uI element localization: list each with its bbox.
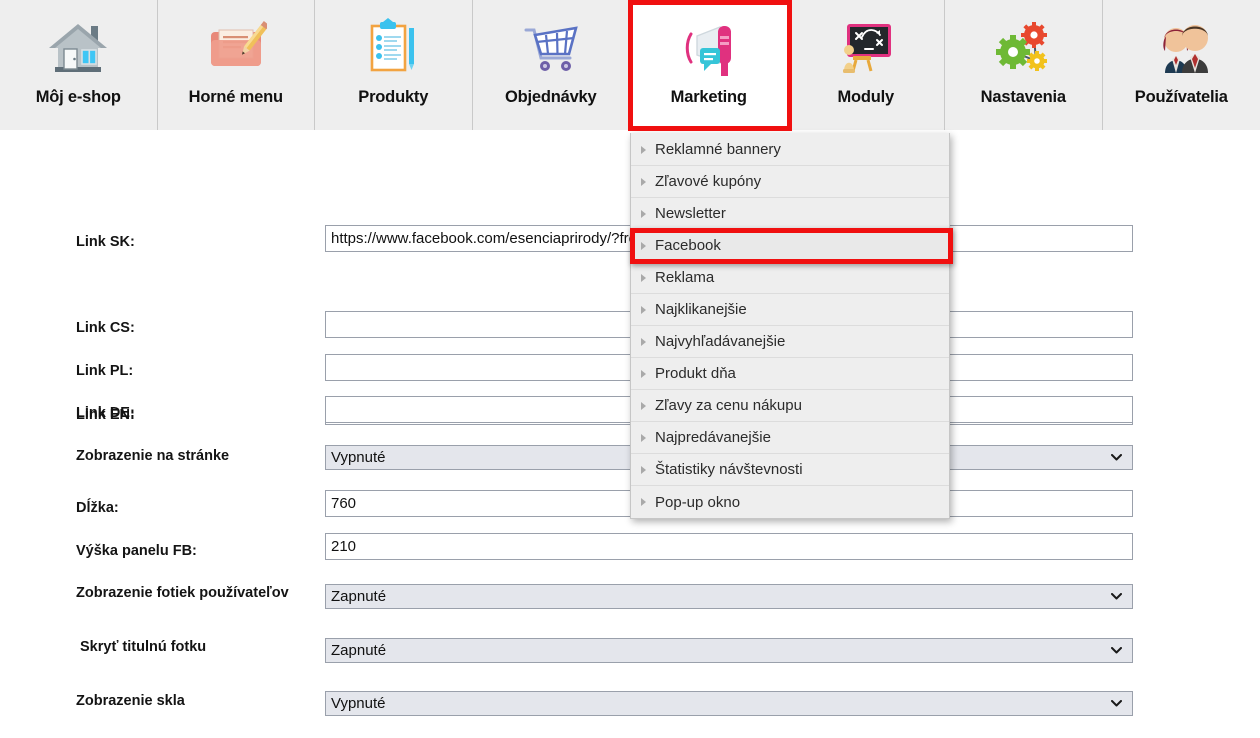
field-label-zobrazenie-na-stranke: Zobrazenie na stránke — [76, 448, 230, 464]
caret-right-icon — [641, 305, 646, 314]
field-label-skryt-titulnu-fotku: Skryť titulnú fotku — [80, 639, 207, 655]
select-skryt-titulnu-fotku[interactable]: Zapnuté — [325, 638, 1133, 663]
megaphone-icon — [673, 14, 745, 82]
users-icon — [1145, 14, 1217, 82]
nav-label: Môj e-shop — [35, 88, 121, 106]
nav-item-nastavenia[interactable]: Nastavenia — [945, 0, 1103, 130]
select-value: Vypnuté — [331, 695, 386, 712]
top-navigation-bar: Môj e-shop Horné menu Produkty Objednávk… — [0, 0, 1260, 130]
folder-pencil-icon — [200, 14, 272, 82]
select-zobrazenie-skla[interactable]: Vypnuté — [325, 691, 1133, 716]
menu-item-label: Najvyhľadávanejšie — [655, 333, 786, 350]
chevron-down-icon — [1111, 647, 1122, 654]
nav-item-produkty[interactable]: Produkty — [315, 0, 473, 130]
menu-item-label: Reklama — [655, 269, 715, 286]
select-zobrazenie-fotiek[interactable]: Zapnuté — [325, 584, 1133, 609]
menu-item-label: Najpredávanejšie — [655, 429, 771, 446]
nav-item-moj-eshop[interactable]: Môj e-shop — [0, 0, 158, 130]
field-label-dlzka: Dĺžka: — [76, 500, 119, 516]
menu-item-najvyh-ad-vanej-ie[interactable]: Najvyhľadávanejšie — [631, 326, 949, 358]
nav-label: Horné menu — [188, 88, 283, 106]
nav-item-marketing[interactable]: Marketing — [630, 0, 788, 130]
field-label-link-pl: Link PL: — [76, 363, 134, 379]
caret-right-icon — [641, 145, 646, 154]
nav-label: Marketing — [670, 88, 747, 106]
field-label-link-cs: Link CS: — [76, 320, 135, 336]
caret-right-icon — [641, 209, 646, 218]
caret-right-icon — [641, 177, 646, 186]
nav-item-horne-menu[interactable]: Horné menu — [157, 0, 315, 130]
select-value: Vypnuté — [331, 449, 386, 466]
chevron-down-icon — [1111, 700, 1122, 707]
select-value: Zapnuté — [331, 588, 387, 605]
shopping-cart-icon — [515, 14, 587, 82]
chevron-down-icon — [1111, 593, 1122, 600]
menu-item-tatistiky-n-v-tevnosti[interactable]: Štatistiky návštevnosti — [631, 454, 949, 486]
caret-right-icon — [641, 465, 646, 474]
menu-item-label: Štatistiky návštevnosti — [655, 461, 803, 478]
select-value: Zapnuté — [331, 642, 387, 659]
menu-item-z-avy-za-cenu-n-kupu[interactable]: Zľavy za cenu nákupu — [631, 390, 949, 422]
caret-right-icon — [641, 337, 646, 346]
field-label-zobrazenie-skla: Zobrazenie skla — [76, 693, 185, 709]
nav-item-moduly[interactable]: Moduly — [787, 0, 945, 130]
caret-right-icon — [641, 369, 646, 378]
caret-right-icon — [641, 401, 646, 410]
menu-item-pop-up-okno[interactable]: Pop-up okno — [631, 486, 949, 518]
caret-right-icon — [641, 273, 646, 282]
marketing-dropdown-menu: Reklamné bannery Zľavové kupóny Newsletter… — [630, 133, 950, 519]
nav-label: Objednávky — [504, 88, 597, 106]
menu-item-label: Zľavy za cenu nákupu — [655, 397, 802, 414]
menu-item-reklama[interactable]: Reklama — [631, 262, 949, 294]
nav-label: Produkty — [358, 88, 429, 106]
menu-item-facebook[interactable]: Facebook — [631, 230, 949, 262]
clipboard-icon — [357, 14, 429, 82]
menu-item-najklikanej-ie[interactable]: Najklikanejšie — [631, 294, 949, 326]
menu-item-z-avov-kup-ny[interactable]: Zľavové kupóny — [631, 166, 949, 198]
gears-icon — [987, 14, 1059, 82]
input-vyska-panelu-fb[interactable] — [325, 533, 1133, 560]
menu-item-newsletter[interactable]: Newsletter — [631, 198, 949, 230]
field-label-zobrazenie-fotiek: Zobrazenie fotiek používateľov — [76, 585, 289, 601]
house-icon — [42, 14, 114, 82]
menu-item-label: Newsletter — [655, 205, 726, 222]
field-label-vyska-panelu-fb: Výška panelu FB: — [76, 543, 197, 559]
field-label-link-de: Link DE: — [76, 405, 135, 421]
menu-item-produkt-d-a[interactable]: Produkt dňa — [631, 358, 949, 390]
menu-item-label: Najklikanejšie — [655, 301, 747, 318]
nav-label: Používatelia — [1134, 88, 1228, 106]
menu-item-label: Pop-up okno — [655, 493, 741, 511]
caret-right-icon — [641, 433, 646, 442]
menu-item-label: Reklamné bannery — [655, 141, 781, 158]
menu-item-najpred-vanej-ie[interactable]: Najpredávanejšie — [631, 422, 949, 454]
nav-item-pouzivatelia[interactable]: Používatelia — [1102, 0, 1260, 130]
menu-item-label: Facebook — [655, 237, 721, 254]
nav-item-objednavky[interactable]: Objednávky — [472, 0, 630, 130]
field-label-link-sk: Link SK: — [76, 234, 135, 250]
menu-item-label: Zľavové kupóny — [655, 173, 762, 190]
caret-right-icon — [641, 498, 646, 506]
menu-item-label: Produkt dňa — [655, 365, 736, 382]
nav-label: Nastavenia — [980, 88, 1066, 106]
nav-label: Moduly — [837, 88, 895, 106]
chalkboard-icon — [830, 14, 902, 82]
menu-item-reklamn-bannery[interactable]: Reklamné bannery — [631, 134, 949, 166]
caret-right-icon — [641, 241, 646, 250]
chevron-down-icon — [1111, 454, 1122, 461]
